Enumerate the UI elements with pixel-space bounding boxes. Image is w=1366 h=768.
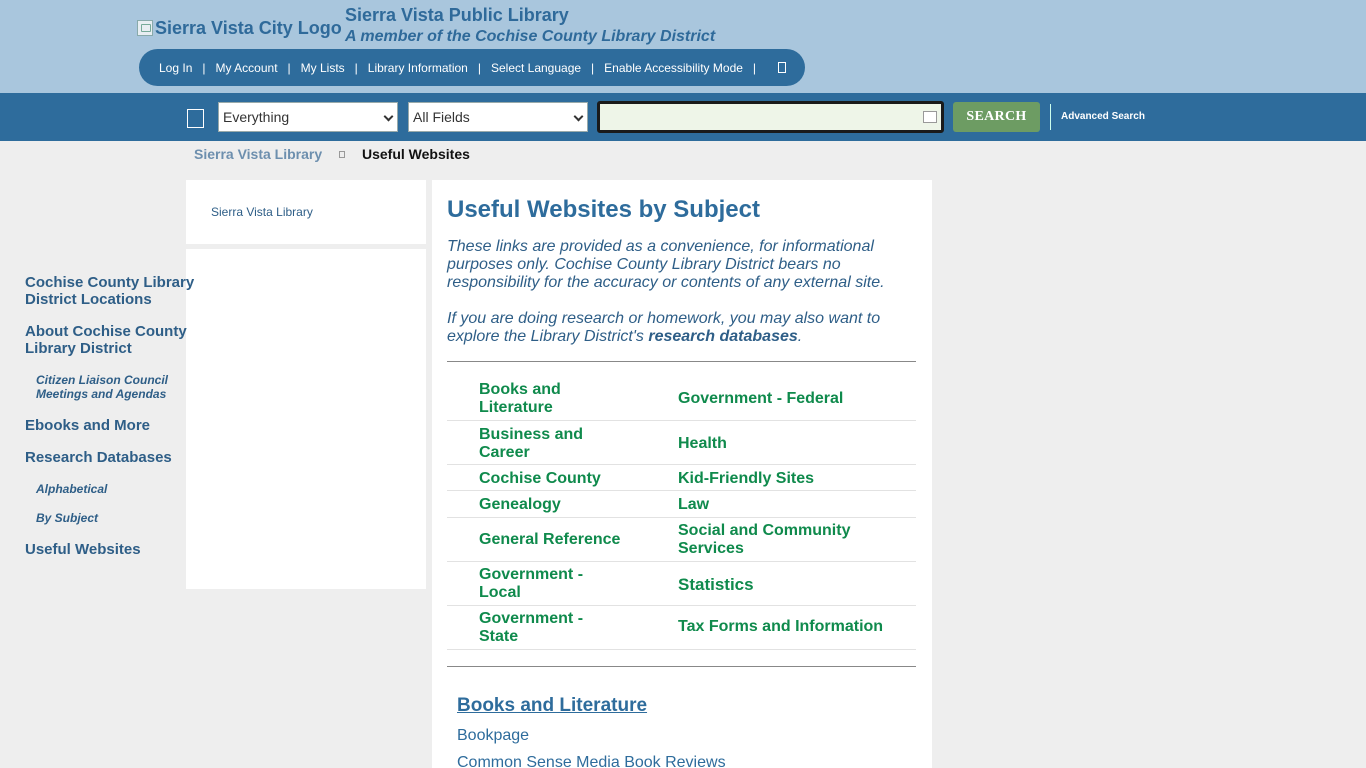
search-checkbox[interactable] (187, 109, 204, 128)
subject-link-kid-friendly[interactable]: Kid-Friendly Sites (678, 470, 898, 488)
website-link[interactable]: Common Sense Media Book Reviews (457, 754, 726, 768)
research-databases-link[interactable]: research databases (648, 328, 797, 345)
sidebar-nav (186, 249, 426, 589)
sidebar-item-alphabetical[interactable]: Alphabetical (36, 482, 216, 496)
breadcrumb-separator-icon (339, 151, 345, 158)
subject-row: Government - State Tax Forms and Informa… (447, 606, 916, 650)
sidebar-item-ebooks[interactable]: Ebooks and More (25, 417, 215, 434)
divider (447, 666, 916, 667)
subject-link-health[interactable]: Health (678, 435, 898, 453)
site-title[interactable]: Sierra Vista Public Library (345, 5, 569, 26)
breadcrumb-parent[interactable]: Sierra Vista Library (194, 146, 322, 162)
subject-link-genealogy[interactable]: Genealogy (479, 496, 609, 514)
subject-row: Business and Career Health (447, 421, 916, 465)
search-scope-select[interactable]: Everything (218, 102, 398, 132)
subject-row: General Reference Social and Community S… (447, 518, 916, 562)
sidebar-item-locations[interactable]: Cochise County Library District Location… (25, 274, 215, 308)
breadcrumb-current: Useful Websites (362, 146, 470, 162)
accessibility-mode-link[interactable]: Enable Accessibility Mode (604, 61, 743, 75)
city-logo[interactable]: Sierra Vista City Logo (137, 17, 342, 39)
my-account-link[interactable]: My Account (216, 61, 278, 75)
sidebar-item-useful-websites[interactable]: Useful Websites (25, 541, 215, 558)
research-note-suffix: . (797, 328, 803, 345)
search-scope-value: Everything (223, 109, 290, 125)
disclaimer-text: These links are provided as a convenienc… (447, 238, 885, 291)
website-link[interactable]: Bookpage (457, 727, 529, 745)
nav-separator: | (202, 60, 206, 75)
sidebar-item-research-databases[interactable]: Research Databases (25, 449, 215, 466)
sidebar-item-by-subject[interactable]: By Subject (36, 511, 216, 525)
nav-separator: | (477, 60, 481, 75)
search-field-select[interactable]: All Fields (408, 102, 588, 132)
subject-link-statistics[interactable]: Statistics (678, 576, 898, 594)
subject-link-gov-state[interactable]: Government - State (479, 610, 599, 646)
subject-link-social[interactable]: Social and Community Services (678, 522, 878, 558)
my-lists-link[interactable]: My Lists (301, 61, 345, 75)
subject-link-business[interactable]: Business and Career (479, 426, 609, 462)
nav-separator: | (591, 60, 595, 75)
advanced-search-link[interactable]: Advanced Search (1061, 111, 1145, 122)
search-button[interactable]: SEARCH (953, 102, 1040, 132)
subject-row: Genealogy Law (447, 491, 916, 518)
library-information-link[interactable]: Library Information (368, 61, 468, 75)
sidebar-item-citizen-liaison[interactable]: Citizen Liaison Council Meetings and Age… (36, 373, 216, 401)
subject-link-general-reference[interactable]: General Reference (479, 531, 639, 549)
mobile-icon[interactable] (778, 62, 787, 73)
sidebar-item-about[interactable]: About Cochise County Library District (25, 323, 215, 357)
chevron-down-icon (573, 111, 584, 122)
utility-nav: Log In | My Account | My Lists | Library… (139, 49, 805, 86)
research-note: If you are doing research or homework, y… (447, 310, 907, 346)
divider (447, 361, 916, 362)
subject-link-gov-federal[interactable]: Government - Federal (678, 390, 898, 408)
sidebar-top: Sierra Vista Library (186, 180, 426, 244)
divider (1050, 104, 1051, 130)
subject-row: Books and Literature Government - Federa… (447, 376, 916, 421)
subject-link-gov-local[interactable]: Government - Local (479, 566, 599, 602)
nav-separator: | (752, 60, 757, 75)
broken-image-icon (137, 20, 153, 36)
subject-link-books[interactable]: Books and Literature (479, 381, 609, 417)
chevron-down-icon (383, 111, 394, 122)
login-link[interactable]: Log In (159, 61, 192, 75)
site-subtitle: A member of the Cochise County Library D… (345, 28, 716, 45)
subject-row: Government - Local Statistics (447, 562, 916, 606)
page-title: Useful Websites by Subject (447, 196, 760, 223)
nav-separator: | (287, 60, 291, 75)
select-language-link[interactable]: Select Language (491, 61, 581, 75)
subject-link-law[interactable]: Law (678, 496, 898, 514)
broken-image-icon (923, 111, 937, 123)
search-field-value: All Fields (413, 109, 470, 125)
section-title-books[interactable]: Books and Literature (457, 695, 647, 717)
subject-row: Cochise County Kid-Friendly Sites (447, 465, 916, 491)
subject-link-cochise[interactable]: Cochise County (479, 470, 639, 488)
search-input[interactable] (597, 101, 944, 133)
sidebar-home-link[interactable]: Sierra Vista Library (211, 205, 313, 219)
nav-separator: | (354, 60, 358, 75)
subject-link-tax-forms[interactable]: Tax Forms and Information (678, 618, 898, 636)
logo-alt-text: Sierra Vista City Logo (155, 17, 342, 38)
